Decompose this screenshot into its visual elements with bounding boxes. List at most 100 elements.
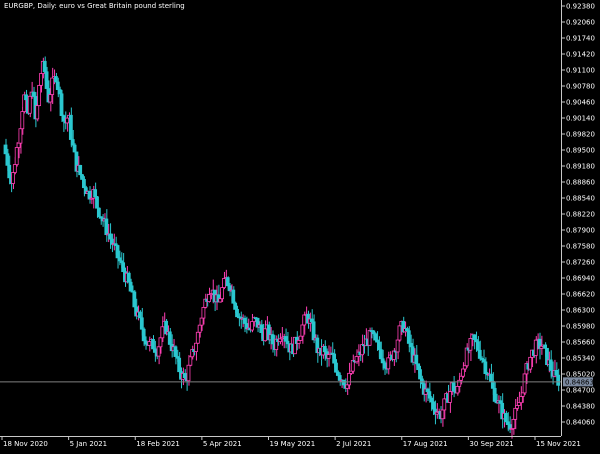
candle-body xyxy=(447,391,452,403)
candle-body xyxy=(5,153,10,166)
y-axis-label: 0.88540 xyxy=(566,195,595,203)
candle-body xyxy=(451,382,456,392)
candle-body xyxy=(225,277,230,287)
y-axis-label: 0.86620 xyxy=(566,291,595,299)
candle-body xyxy=(220,287,224,300)
y-axis-label: 0.87260 xyxy=(566,259,595,267)
candle-body xyxy=(70,139,75,146)
candle-body xyxy=(199,317,204,326)
candle-body xyxy=(378,349,383,360)
candle-body xyxy=(354,356,359,363)
candle-body xyxy=(141,328,146,342)
candle-body xyxy=(283,336,288,342)
candle-body xyxy=(44,71,49,89)
x-axis-label: 17 Aug 2021 xyxy=(403,440,448,448)
candle-body xyxy=(14,147,19,166)
candle-body xyxy=(278,338,282,342)
candle-body xyxy=(39,73,43,86)
candle-body xyxy=(182,373,187,378)
candle-body xyxy=(386,357,391,370)
candle-body xyxy=(522,373,527,394)
candle-body xyxy=(347,372,351,386)
candle-body xyxy=(160,326,165,339)
candle-body xyxy=(80,174,84,180)
candle-body xyxy=(24,94,28,101)
candle-body xyxy=(7,164,12,179)
description-label: euro vs Great Britain pound sterling xyxy=(59,2,185,10)
y-axis-label: 0.92380 xyxy=(566,3,595,11)
candle-body xyxy=(173,346,178,357)
candle-body xyxy=(143,340,148,345)
candle-body xyxy=(152,348,157,353)
chart-window[interactable]: 0.92380 0.92060 0.91740 0.91420 0.91100 0.907… xyxy=(0,0,600,450)
candle-body xyxy=(406,330,411,344)
candle-body xyxy=(233,302,238,310)
candle-body xyxy=(195,331,200,344)
candle-body xyxy=(505,421,510,425)
x-axis-label: 18 Nov 2020 xyxy=(3,440,48,448)
candle-body xyxy=(455,386,460,394)
candle-body xyxy=(298,335,303,341)
candle-body xyxy=(416,363,421,371)
candle-body xyxy=(48,94,53,103)
candle-body xyxy=(326,354,331,359)
candle-body xyxy=(528,356,533,370)
y-axis-label: 0.89500 xyxy=(566,147,595,155)
current-price-badge: 0.84863 xyxy=(563,377,594,387)
candle-body xyxy=(477,349,482,359)
candle-body xyxy=(37,84,42,107)
candle-body xyxy=(513,407,518,420)
y-axis-label: 0.91100 xyxy=(566,67,595,75)
price-chart[interactable]: 0.92380 0.92060 0.91740 0.91420 0.91100 0.907… xyxy=(0,0,600,450)
candle-body xyxy=(3,144,8,155)
candle-body xyxy=(533,339,538,356)
y-axis-label: 0.91420 xyxy=(566,51,595,59)
y-axis-label: 0.88220 xyxy=(566,211,595,219)
candle-body xyxy=(503,412,508,423)
candle-body xyxy=(518,396,523,404)
candle-body xyxy=(55,81,60,90)
candle-body xyxy=(431,401,435,410)
candle-body xyxy=(492,387,497,402)
candle-body xyxy=(18,128,23,144)
candle-body xyxy=(167,331,172,345)
y-axis-label: 0.85340 xyxy=(566,355,595,363)
candle-body xyxy=(373,333,378,341)
candle-body xyxy=(489,373,493,382)
y-axis-label: 0.92060 xyxy=(566,19,595,27)
x-axis-label: 5 Apr 2021 xyxy=(203,440,242,448)
x-axis-label: 19 May 2021 xyxy=(270,440,316,448)
candle-body xyxy=(380,358,385,364)
x-axis-label: 2 Jul 2021 xyxy=(336,440,371,448)
candle-body xyxy=(332,353,337,364)
candle-body xyxy=(408,343,413,348)
candle-body xyxy=(464,347,469,367)
x-axis-label: 5 Jan 2021 xyxy=(70,440,108,448)
y-axis-label: 0.84060 xyxy=(566,419,595,427)
candle-body xyxy=(156,346,161,357)
chart-background xyxy=(0,0,600,450)
candle-body xyxy=(259,324,264,334)
y-axis-label: 0.87900 xyxy=(566,227,595,235)
y-axis-label: 0.89180 xyxy=(566,163,595,171)
candle-body xyxy=(177,357,182,373)
candle-body xyxy=(115,245,120,259)
candle-body xyxy=(472,334,477,340)
candle-body xyxy=(104,218,109,236)
timeframe-label: Daily: xyxy=(37,2,57,10)
candle-body xyxy=(54,76,58,83)
candle-body xyxy=(231,289,236,304)
candle-body xyxy=(300,324,305,337)
candle-body xyxy=(517,402,521,406)
candle-body xyxy=(442,398,447,411)
candle-body xyxy=(462,365,467,370)
candle-body xyxy=(186,364,191,382)
candle-body xyxy=(377,341,381,351)
y-axis-label: 0.85660 xyxy=(566,339,595,347)
y-axis-label: 0.90140 xyxy=(566,115,595,123)
candle-body xyxy=(95,196,99,209)
candle-body xyxy=(57,89,62,95)
candle-body xyxy=(418,369,422,380)
y-axis-label: 0.91740 xyxy=(566,35,595,43)
candle-body xyxy=(61,115,66,122)
